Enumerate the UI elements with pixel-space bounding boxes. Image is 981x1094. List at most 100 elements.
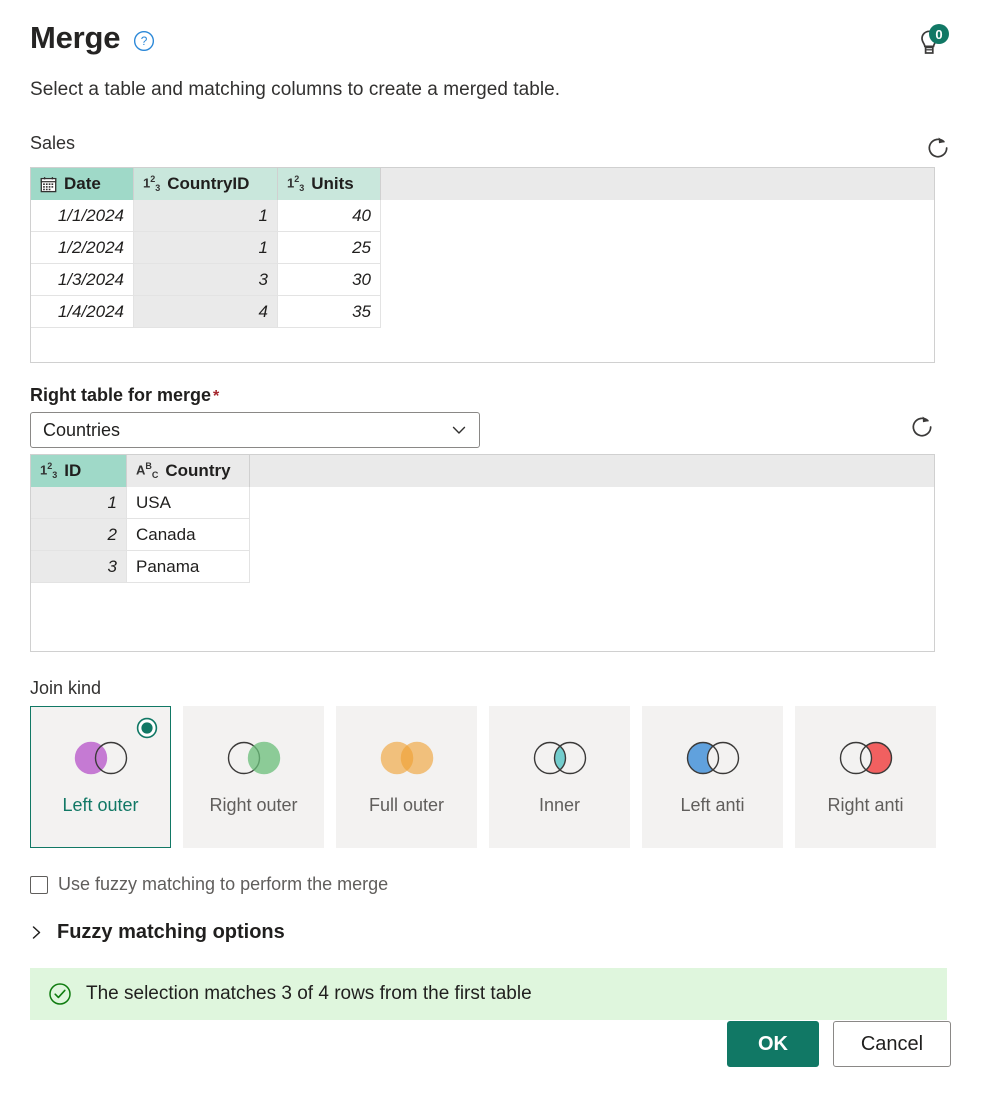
- svg-text:?: ?: [141, 34, 148, 48]
- required-marker: *: [213, 388, 220, 405]
- fuzzy-matching-label[interactable]: Use fuzzy matching to perform the merge: [58, 874, 388, 895]
- join-kind-option-full-outer[interactable]: Full outer: [336, 706, 477, 848]
- merge-dialog: Merge ? 0 Select a table and matching co…: [0, 0, 981, 1094]
- left-table-empty-space: [31, 328, 934, 362]
- table-cell: 1: [31, 487, 127, 519]
- table-row: 1/1/2024 1 40: [31, 200, 934, 232]
- right-table-picker-label-row: Right table for merge *: [30, 385, 951, 406]
- chevron-down-icon: [450, 421, 468, 439]
- left-table-header-row: Sales: [30, 133, 951, 161]
- tips-lightbulb-button[interactable]: 0: [909, 24, 951, 64]
- left-table-body: 1/1/2024 1 40 1/2/2024 1 25 1/3/2024 3 30 1/4/202…: [31, 200, 934, 328]
- status-banner: The selection matches 3 of 4 rows from t…: [30, 968, 947, 1020]
- table-cell: 1: [134, 232, 278, 264]
- fuzzy-matching-options-expander[interactable]: Fuzzy matching options: [30, 921, 951, 944]
- right-table-column-header-label: Country: [165, 461, 231, 480]
- table-cell: 35: [278, 296, 381, 328]
- join-kind-label: Left anti: [680, 795, 745, 816]
- left-table-refresh-icon[interactable]: [925, 135, 951, 161]
- venn-left-anti-icon: [680, 737, 746, 795]
- table-cell: 1: [134, 200, 278, 232]
- table-cell: USA: [127, 487, 250, 519]
- table-row-filler: [250, 487, 934, 519]
- table-row: 2 Canada: [31, 519, 934, 551]
- right-table-column-header-label: ID: [64, 461, 82, 480]
- join-kind-option-right-anti[interactable]: Right anti: [795, 706, 936, 848]
- table-row: 3 Panama: [31, 551, 934, 583]
- venn-left-outer-icon: [68, 737, 134, 795]
- check-circle-icon: [48, 982, 72, 1006]
- table-cell: 30: [278, 264, 381, 296]
- help-circle-icon[interactable]: ?: [133, 24, 155, 52]
- join-kind-option-left-anti[interactable]: Left anti: [642, 706, 783, 848]
- fuzzy-matching-options-label: Fuzzy matching options: [57, 921, 285, 943]
- right-table-column-header[interactable]: ABC Country: [127, 455, 250, 487]
- right-table-header-filler: [250, 455, 934, 487]
- fuzzy-matching-row: Use fuzzy matching to perform the merge: [30, 874, 951, 895]
- table-row-filler: [381, 296, 934, 328]
- fuzzy-matching-checkbox[interactable]: [30, 875, 48, 894]
- table-cell: Panama: [127, 551, 250, 583]
- venn-right-anti-icon: [833, 737, 899, 795]
- table-row-filler: [381, 264, 934, 296]
- dialog-footer: OK Cancel: [727, 1021, 951, 1067]
- right-table-body: 1 USA 2 Canada 3 Panama: [31, 487, 934, 583]
- table-row-filler: [381, 200, 934, 232]
- dialog-header: Merge ? 0: [30, 20, 951, 64]
- left-table-column-header-label: Units: [311, 174, 354, 193]
- table-row: 1/4/2024 4 35: [31, 296, 934, 328]
- table-cell: 4: [134, 296, 278, 328]
- table-cell: 1/1/2024: [31, 200, 134, 232]
- table-row-filler: [381, 232, 934, 264]
- table-row-filler: [250, 519, 934, 551]
- table-cell: 25: [278, 232, 381, 264]
- table-cell: 2: [31, 519, 127, 551]
- left-table-label: Sales: [30, 133, 76, 153]
- calendar-icon: [40, 176, 57, 193]
- title-group: Merge ?: [30, 20, 155, 55]
- left-table-column-header-label: CountryID: [167, 174, 250, 193]
- join-kind-option-right-outer[interactable]: Right outer: [183, 706, 324, 848]
- chevron-right-icon: [30, 925, 43, 940]
- right-table-preview: 123 ID ABC Country 1 USA 2 Canada 3 Panama: [30, 454, 935, 652]
- venn-right-outer-icon: [221, 737, 287, 795]
- join-kind-radio-selected[interactable]: [136, 717, 158, 739]
- join-kind-label: Inner: [538, 795, 581, 816]
- right-table-refresh-icon[interactable]: [909, 414, 935, 440]
- ok-button[interactable]: OK: [727, 1021, 819, 1067]
- number-type-icon: 123: [287, 174, 305, 193]
- right-table-picker-label: Right table for merge: [30, 385, 212, 405]
- right-table-header: 123 ID ABC Country: [31, 454, 934, 487]
- venn-full-outer-icon: [374, 737, 440, 795]
- left-table-header-filler: [381, 168, 934, 200]
- right-table-dropdown[interactable]: Countries: [30, 412, 480, 448]
- join-kind-label: Right outer: [209, 795, 298, 816]
- number-type-icon: 123: [143, 174, 161, 193]
- number-type-icon: 123: [40, 461, 58, 480]
- cancel-button[interactable]: Cancel: [833, 1021, 951, 1067]
- right-table-dropdown-value: Countries: [43, 419, 121, 440]
- right-table-empty-space: [31, 583, 934, 651]
- left-table-column-header[interactable]: 123 CountryID: [134, 168, 278, 200]
- left-table-column-header[interactable]: 123 Units: [278, 168, 381, 200]
- status-message: The selection matches 3 of 4 rows from t…: [86, 983, 532, 1004]
- table-cell: 3: [31, 551, 127, 583]
- dialog-subtitle: Select a table and matching columns to c…: [30, 79, 561, 100]
- join-kind-option-inner[interactable]: Inner: [489, 706, 630, 848]
- table-cell: 1/2/2024: [31, 232, 134, 264]
- table-row-filler: [250, 551, 934, 583]
- left-table-column-header-label: Date: [64, 174, 101, 193]
- text-type-icon: ABC: [136, 461, 159, 480]
- left-table-column-header[interactable]: Date: [31, 168, 134, 200]
- page-title: Merge: [30, 20, 121, 55]
- table-cell: 3: [134, 264, 278, 296]
- tips-badge-count: 0: [929, 24, 949, 44]
- join-kind-label: Right anti: [827, 795, 904, 816]
- table-cell: 40: [278, 200, 381, 232]
- venn-inner-icon: [527, 737, 593, 795]
- join-kind-options: Left outer Right outer Full outer Inner Left…: [30, 706, 951, 848]
- join-kind-option-left-outer[interactable]: Left outer: [30, 706, 171, 848]
- join-kind-label: Left outer: [62, 795, 139, 816]
- table-cell: 1/4/2024: [31, 296, 134, 328]
- right-table-column-header[interactable]: 123 ID: [31, 455, 127, 487]
